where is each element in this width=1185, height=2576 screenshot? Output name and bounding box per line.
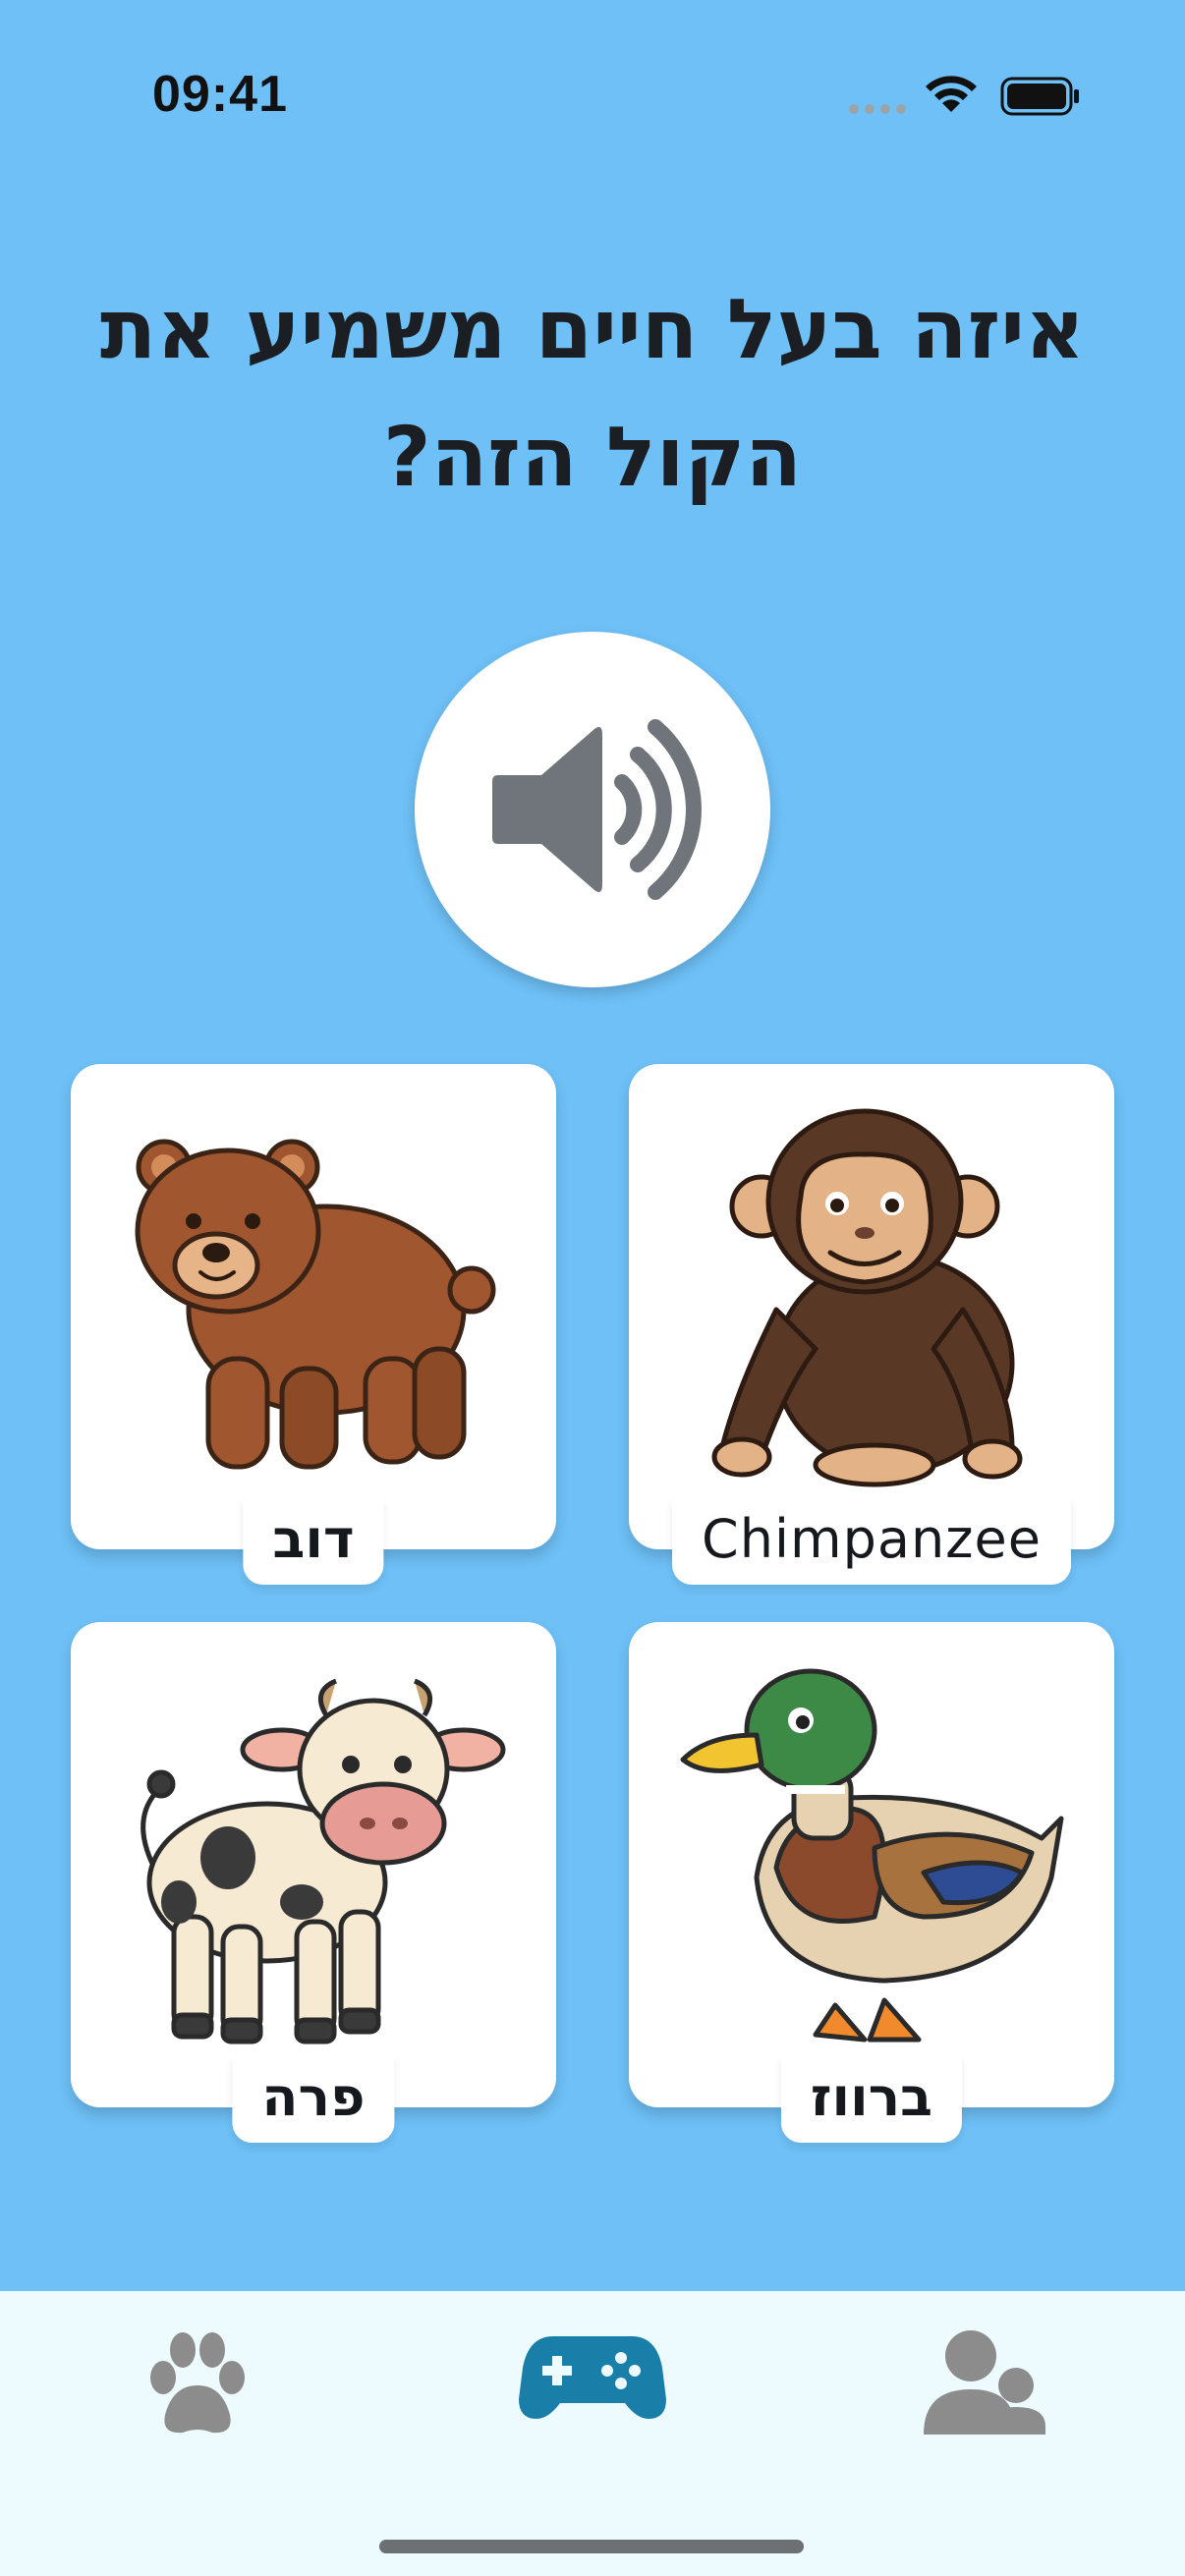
chimpanzee-image — [711, 1108, 1023, 1487]
speaker-volume-icon — [492, 719, 702, 900]
gamepad-icon — [519, 2336, 666, 2419]
play-sound-button[interactable] — [415, 632, 770, 987]
tab-profile[interactable] — [924, 2328, 1047, 2442]
battery-icon — [1000, 77, 1079, 116]
duck-image — [680, 1668, 1064, 2043]
answer-card-chimpanzee[interactable]: Chimpanzee — [629, 1064, 1114, 1585]
paw-icon — [150, 2332, 245, 2434]
wifi-icon — [926, 76, 977, 112]
status-bar: 09:41 — [0, 0, 1185, 196]
answer-label-chimpanzee: Chimpanzee — [672, 1496, 1071, 1585]
status-time: 09:41 — [152, 66, 288, 123]
tab-games[interactable] — [519, 2328, 666, 2427]
tab-animals[interactable] — [143, 2328, 252, 2450]
question-title: איזה בעל חיים משמיע את הקול הזה? — [99, 281, 1086, 505]
answer-card-cow[interactable]: פרה — [71, 1622, 556, 2143]
cow-image — [141, 1678, 506, 2044]
answer-label-bear: דוב — [243, 1496, 384, 1585]
home-indicator — [379, 2540, 804, 2553]
answer-card-bear[interactable]: דוב — [71, 1064, 556, 1585]
users-icon — [924, 2330, 1045, 2435]
answer-card-duck[interactable]: ברווז — [629, 1622, 1114, 2143]
answer-label-duck: ברווז — [780, 2054, 963, 2143]
bear-image — [135, 1139, 496, 1470]
answer-label-cow: פרה — [232, 2054, 395, 2143]
cellular-signal-icon — [849, 104, 906, 114]
